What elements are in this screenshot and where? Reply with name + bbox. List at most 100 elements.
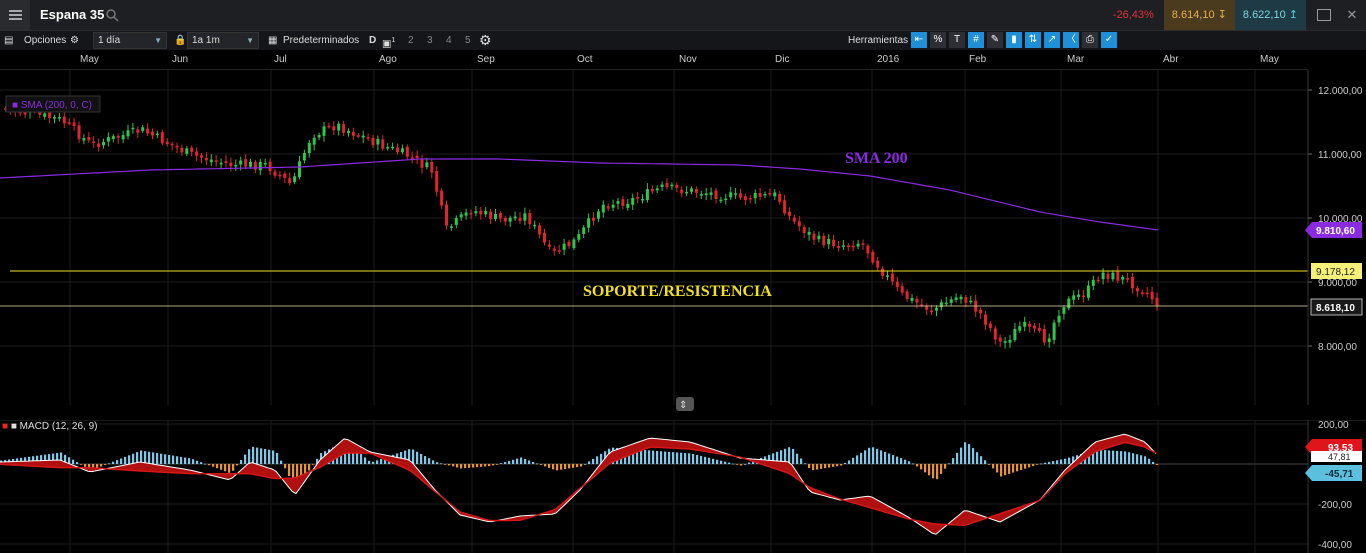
candle-body (783, 200, 787, 214)
candle-body (954, 297, 958, 300)
candle-body (611, 204, 615, 208)
macd-chart[interactable]: ■ ■ MACD (12, 26, 9) 200,00 -200,00 -400,0… (0, 420, 1366, 553)
grid-icon[interactable]: # (968, 32, 984, 48)
histogram-bar (588, 461, 591, 464)
signal-line (0, 441, 1157, 527)
presets-button[interactable]: Predeterminados (283, 31, 359, 50)
candle-body (1042, 329, 1046, 343)
histogram-bar (360, 454, 363, 464)
histogram-bar (432, 460, 435, 464)
close-icon[interactable]: ✕ (1338, 0, 1366, 30)
histogram-bar (200, 462, 203, 464)
layout-5-button[interactable]: 5 (465, 31, 471, 50)
histogram-bar (872, 447, 875, 464)
candle-body (464, 212, 468, 216)
month-label: Oct (577, 54, 593, 65)
histogram-bar (868, 447, 871, 464)
histogram-bar (944, 464, 947, 469)
histogram-bar (1048, 461, 1051, 464)
candle-body (302, 153, 306, 161)
histogram-bar (540, 464, 543, 465)
histogram-bar (716, 459, 719, 464)
histogram-bar (184, 457, 187, 464)
tag-icon[interactable]: 〈 (1063, 32, 1079, 48)
candle-body (910, 297, 914, 301)
settings-tool-icon[interactable]: ✓ (1101, 32, 1117, 48)
histogram-bar (1112, 450, 1115, 464)
histogram-bar (216, 464, 219, 469)
sell-price-button[interactable]: 8.614,10 ↧ (1163, 0, 1235, 30)
print-icon[interactable]: ⎙ (1082, 32, 1098, 48)
layout-4-button[interactable]: 4 (446, 31, 452, 50)
candle-body (224, 161, 228, 164)
lock-icon[interactable]: 🔒 (174, 31, 186, 50)
candle-body (146, 128, 150, 134)
candle-body (543, 232, 546, 243)
candle-body (1028, 323, 1032, 327)
candle-body (773, 192, 777, 197)
candle-body (729, 192, 733, 198)
candle-body (195, 151, 199, 156)
range-select[interactable]: 1a 1m ▼ (187, 32, 259, 49)
candle-body (165, 141, 169, 145)
resize-arrows-icon: ⇕ (679, 400, 687, 411)
line-chart-icon[interactable]: ↗ (1044, 32, 1060, 48)
percent-icon[interactable]: % (930, 32, 946, 48)
histogram-bar (1128, 452, 1131, 464)
settings-gear-icon[interactable]: ⚙ (479, 31, 492, 50)
search-icon[interactable] (105, 8, 119, 22)
histogram-bar (724, 461, 727, 464)
candle-body (846, 245, 850, 248)
histogram-bar (824, 464, 827, 469)
candle-body (1077, 294, 1081, 297)
candle-body (1062, 307, 1066, 314)
candle-body (1086, 285, 1090, 298)
histogram-bar (560, 464, 563, 470)
candle-body (660, 184, 664, 187)
text-icon[interactable]: T (949, 32, 965, 48)
panel-icon[interactable]: ▤ (4, 31, 13, 50)
candle-body (366, 137, 370, 139)
histogram-bar (536, 463, 539, 465)
candle-body (881, 268, 885, 276)
candle-body (665, 182, 669, 187)
calendar-icon[interactable]: ▦ (268, 31, 277, 50)
macd-legend-label[interactable]: ■ ■ MACD (12, 26, 9) (2, 421, 97, 432)
signal-tag-value: 47,81 (1328, 452, 1351, 462)
pen-icon[interactable]: ✎ (987, 32, 1003, 48)
histogram-bar (520, 457, 523, 464)
compare-icon[interactable]: ⇅ (1025, 32, 1041, 48)
candle-body (219, 162, 223, 165)
histogram-bar (472, 464, 475, 468)
layout-3-button[interactable]: 3 (427, 31, 433, 50)
candle-body (993, 328, 997, 340)
buy-price-button[interactable]: 8.622,10 ↥ (1234, 0, 1306, 30)
layout-icon[interactable]: ▣1 (382, 31, 395, 50)
histogram-bar (920, 464, 923, 470)
histogram-bar (1024, 464, 1027, 469)
options-button[interactable]: Opciones (24, 31, 66, 50)
histogram-bar (740, 464, 743, 466)
restore-window-icon[interactable] (1310, 0, 1338, 30)
interval-select[interactable]: 1 día ▼ (93, 32, 167, 49)
histogram-bar (416, 451, 419, 464)
panel-resize-handle[interactable]: ⇕ (676, 397, 694, 411)
menu-icon[interactable] (0, 0, 30, 30)
layout-count: 1 (391, 37, 396, 44)
histogram-bar (1044, 462, 1047, 464)
candle-body (449, 226, 453, 228)
y-tick-label: -400,00 (1318, 540, 1352, 551)
candle-body (200, 155, 203, 158)
histogram-bar (528, 460, 531, 464)
candle-body (53, 117, 56, 119)
histogram-bar (856, 455, 859, 464)
candle-icon[interactable]: ▮ (1006, 32, 1022, 48)
histogram-bar (112, 461, 115, 464)
layout-2-button[interactable]: 2 (408, 31, 414, 50)
arrow-tool-icon[interactable]: ⇤ (911, 32, 927, 48)
candle-body (1052, 322, 1056, 340)
candle-body (724, 198, 728, 201)
layout-d-button[interactable]: D (369, 31, 376, 50)
price-chart[interactable]: ■ SMA (200, 0, C) SMA 200 SOPORTE/RESIST… (0, 70, 1366, 422)
gear-icon[interactable]: ⚙ (70, 31, 79, 50)
